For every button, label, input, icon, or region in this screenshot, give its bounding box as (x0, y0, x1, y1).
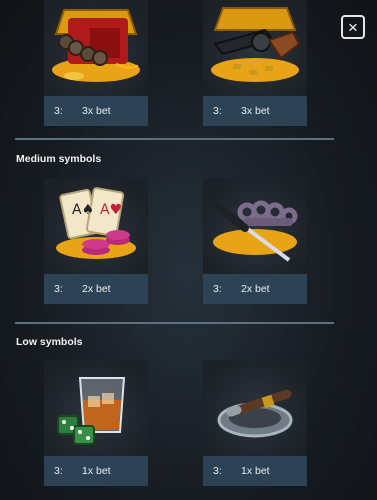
payout-row: 3: 2x bet (203, 274, 307, 304)
cards-and-chips-icon: A♠ A♥ (44, 178, 148, 274)
symbol-count: 3: (54, 105, 63, 117)
symbol-payout: 2x bet (82, 283, 111, 295)
knuckles-and-knife-icon (203, 178, 307, 274)
symbol-card-dynamite: 3: 3x bet (44, 0, 148, 126)
svg-text:A♥: A♥ (100, 202, 122, 218)
payout-row: 3: 3x bet (203, 96, 307, 126)
symbol-payout: 3x bet (241, 105, 270, 117)
dynamite-bundle-icon (44, 0, 148, 96)
symbol-card-revolver: 3: 3x bet (203, 0, 307, 126)
payout-row: 3: 2x bet (44, 274, 148, 304)
symbol-card-cigar: 3: 1x bet (203, 360, 307, 486)
section-title-medium: Medium symbols (16, 153, 102, 165)
symbol-payout: 1x bet (241, 465, 270, 477)
section-title-low: Low symbols (16, 336, 83, 348)
symbol-count: 3: (54, 465, 63, 477)
symbol-card-cards: A♠ A♥ 3: 2x bet (44, 178, 148, 304)
section-divider (15, 138, 334, 140)
close-icon: × (348, 17, 358, 37)
cigar-ashtray-icon (203, 360, 307, 456)
symbol-card-knuckles: 3: 2x bet (203, 178, 307, 304)
whiskey-and-dice-icon (44, 360, 148, 456)
symbol-count: 3: (54, 283, 63, 295)
symbol-payout: 2x bet (241, 283, 270, 295)
symbol-payout: 3x bet (82, 105, 111, 117)
symbol-count: 3: (213, 283, 222, 295)
section-divider (15, 322, 334, 324)
symbol-count: 3: (213, 105, 222, 117)
payout-row: 3: 1x bet (44, 456, 148, 486)
payout-row: 3: 1x bet (203, 456, 307, 486)
close-button[interactable]: × (341, 15, 365, 39)
svg-text:A♠: A♠ (72, 202, 94, 218)
revolver-icon (203, 0, 307, 96)
symbol-payout: 1x bet (82, 465, 111, 477)
payout-row: 3: 3x bet (44, 96, 148, 126)
symbol-count: 3: (213, 465, 222, 477)
symbol-card-whiskey: 3: 1x bet (44, 360, 148, 486)
